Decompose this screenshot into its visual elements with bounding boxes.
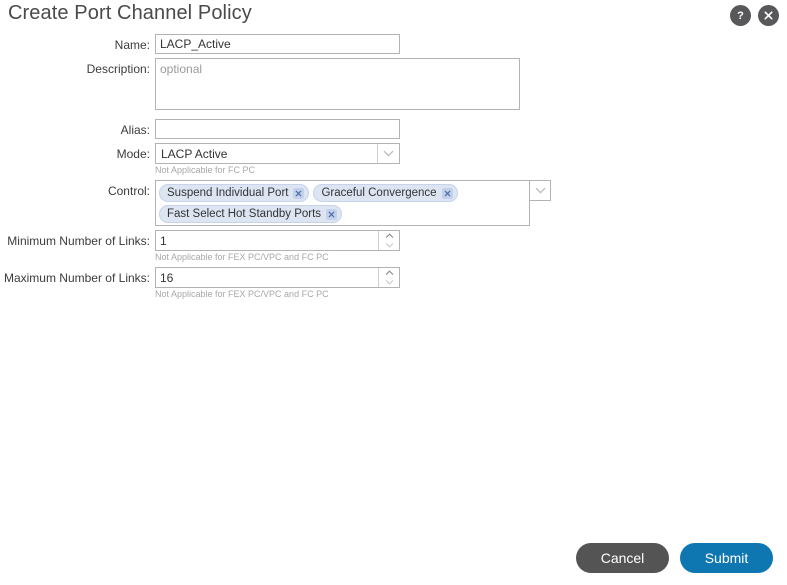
dialog-footer: Cancel Submit: [576, 543, 773, 573]
alias-field-wrap: [155, 119, 400, 139]
field-row-control: Control: Suspend Individual Port Gracefu…: [0, 180, 787, 226]
chip-label: Suspend Individual Port: [167, 187, 288, 199]
description-textarea[interactable]: [155, 58, 520, 110]
max-links-spin-buttons[interactable]: [378, 268, 399, 287]
mode-helper-text: Not Applicable for FC PC: [155, 165, 400, 176]
min-links-field-wrap: Not Applicable for FEX PC/VPC and FC PC: [155, 230, 400, 263]
description-label: Description:: [0, 58, 155, 76]
control-chevron-down-icon[interactable]: [530, 180, 551, 201]
description-field-wrap: [155, 58, 520, 115]
name-label: Name:: [0, 34, 155, 52]
header-icon-group: ?: [730, 5, 779, 26]
field-row-min-links: Minimum Number of Links:: [0, 230, 787, 263]
mode-selected-value: LACP Active: [156, 147, 377, 161]
policy-form: Name: Description: Alias: Mode: LACP Act…: [0, 34, 787, 304]
chevron-up-icon[interactable]: [385, 269, 394, 278]
help-icon[interactable]: ?: [730, 5, 751, 26]
min-links-spin-buttons[interactable]: [378, 231, 399, 250]
svg-text:?: ?: [737, 10, 744, 22]
max-links-input[interactable]: [156, 268, 378, 287]
field-row-description: Description:: [0, 58, 787, 115]
max-links-stepper[interactable]: [155, 267, 400, 288]
chip-label: Graceful Convergence: [321, 187, 436, 199]
chip-remove-icon[interactable]: [326, 209, 337, 220]
field-row-max-links: Maximum Number of Links:: [0, 267, 787, 300]
chip-graceful-convergence[interactable]: Graceful Convergence: [313, 184, 457, 202]
chip-remove-icon[interactable]: [293, 188, 304, 199]
max-links-label: Maximum Number of Links:: [0, 267, 155, 285]
min-links-helper-text: Not Applicable for FEX PC/VPC and FC PC: [155, 252, 400, 263]
name-input[interactable]: [155, 34, 400, 54]
min-links-stepper[interactable]: [155, 230, 400, 251]
mode-field-wrap: LACP Active Not Applicable for FC PC: [155, 143, 400, 176]
max-links-helper-text: Not Applicable for FEX PC/VPC and FC PC: [155, 289, 400, 300]
chevron-up-icon[interactable]: [385, 232, 394, 241]
control-multiselect[interactable]: Suspend Individual Port Graceful Converg…: [155, 180, 551, 226]
chevron-down-icon[interactable]: [385, 278, 394, 287]
chip-label: Fast Select Hot Standby Ports: [167, 208, 321, 220]
cancel-button[interactable]: Cancel: [576, 543, 669, 573]
control-field-wrap: Suspend Individual Port Graceful Converg…: [155, 180, 551, 226]
alias-label: Alias:: [0, 119, 155, 137]
name-field-wrap: [155, 34, 400, 54]
max-links-field-wrap: Not Applicable for FEX PC/VPC and FC PC: [155, 267, 400, 300]
min-links-label: Minimum Number of Links:: [0, 230, 155, 248]
control-label: Control:: [0, 180, 155, 198]
min-links-input[interactable]: [156, 231, 378, 250]
field-row-mode: Mode: LACP Active Not Applicable for FC …: [0, 143, 787, 176]
alias-input[interactable]: [155, 119, 400, 139]
chevron-down-icon[interactable]: [385, 241, 394, 250]
field-row-name: Name:: [0, 34, 787, 54]
mode-select[interactable]: LACP Active: [155, 143, 400, 164]
control-chips-box[interactable]: Suspend Individual Port Graceful Converg…: [155, 180, 530, 226]
page-title: Create Port Channel Policy: [8, 2, 252, 25]
mode-label: Mode:: [0, 143, 155, 161]
chip-suspend-individual-port[interactable]: Suspend Individual Port: [159, 184, 309, 202]
chip-fast-select-hot-standby-ports[interactable]: Fast Select Hot Standby Ports: [159, 205, 342, 223]
field-row-alias: Alias:: [0, 119, 787, 139]
submit-button[interactable]: Submit: [680, 543, 773, 573]
chip-remove-icon[interactable]: [442, 188, 453, 199]
close-icon[interactable]: [758, 5, 779, 26]
dialog-header: Create Port Channel Policy ?: [0, 0, 787, 34]
chevron-down-icon[interactable]: [377, 144, 399, 163]
